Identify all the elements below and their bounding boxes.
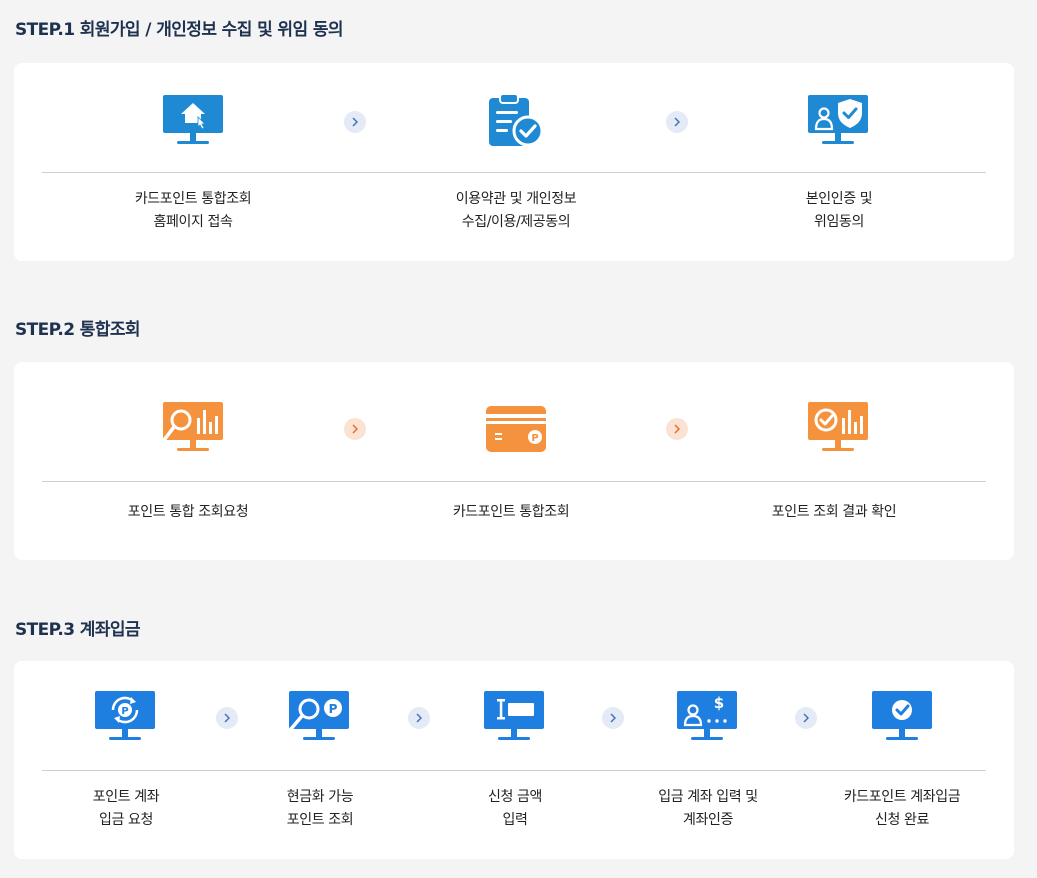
step3-title: STEP.3 계좌입금	[15, 620, 141, 640]
chevron-right-icon	[344, 111, 366, 133]
monitor-point-refresh-icon: P	[93, 689, 157, 747]
step2-title: STEP.2 통합조회	[15, 320, 141, 340]
step2-item-2-label: 카드포인트 통합조회	[452, 504, 570, 520]
step3-card: P P $ 포인트 계좌 입금 요청 현금화 가능 포인트 조회 신청 금액 입…	[14, 661, 1014, 859]
monitor-home-icon	[161, 93, 225, 151]
step3-item-3-label: 신청 금액 입력	[488, 789, 542, 828]
chevron-right-icon	[602, 707, 624, 729]
step1-title: STEP.1 회원가입 / 개인정보 수집 및 위임 동의	[15, 20, 344, 40]
chevron-right-icon	[795, 707, 817, 729]
monitor-check-icon	[870, 689, 934, 747]
step2-item-1-label: 포인트 통합 조회요청	[127, 504, 249, 520]
monitor-input-icon	[482, 689, 546, 747]
chevron-right-icon	[666, 111, 688, 133]
step2-card: P 포인트 통합 조회요청 카드포인트 통합조회 포인트 조회 결과 확인	[14, 362, 1014, 560]
svg-text:$: $	[714, 694, 724, 712]
step3-item-2-label: 현금화 가능 포인트 조회	[286, 789, 354, 828]
svg-text:P: P	[329, 702, 338, 716]
svg-text:P: P	[531, 433, 538, 444]
step1-item-1-label: 카드포인트 통합조회 홈페이지 접속	[134, 191, 252, 230]
divider	[42, 770, 986, 771]
chevron-right-icon	[666, 418, 688, 440]
step3-item-5-label: 카드포인트 계좌입금 신청 완료	[843, 789, 961, 828]
chevron-right-icon	[344, 418, 366, 440]
step2-item-3-label: 포인트 조회 결과 확인	[771, 504, 897, 520]
clipboard-check-icon	[486, 93, 550, 151]
step3-item-4-label: 입금 계좌 입력 및 계좌인증	[658, 789, 758, 828]
monitor-search-chart-icon	[161, 400, 225, 458]
monitor-user-dollar-icon: $	[675, 689, 739, 747]
point-card-icon: P	[484, 400, 548, 458]
step1-item-3-label: 본인인증 및 위임동의	[805, 191, 873, 230]
divider	[42, 481, 986, 482]
svg-text:P: P	[121, 706, 128, 717]
chevron-right-icon	[408, 707, 430, 729]
step1-item-2-label: 이용약관 및 개인정보 수집/이용/제공동의	[455, 191, 577, 230]
monitor-user-shield-icon	[806, 93, 870, 151]
monitor-check-chart-icon	[806, 400, 870, 458]
step3-item-1-label: 포인트 계좌 입금 요청	[92, 789, 160, 828]
divider	[42, 172, 986, 173]
step1-card: 카드포인트 통합조회 홈페이지 접속 이용약관 및 개인정보 수집/이용/제공동의 …	[14, 63, 1014, 261]
monitor-search-point-icon: P	[287, 689, 351, 747]
chevron-right-icon	[216, 707, 238, 729]
